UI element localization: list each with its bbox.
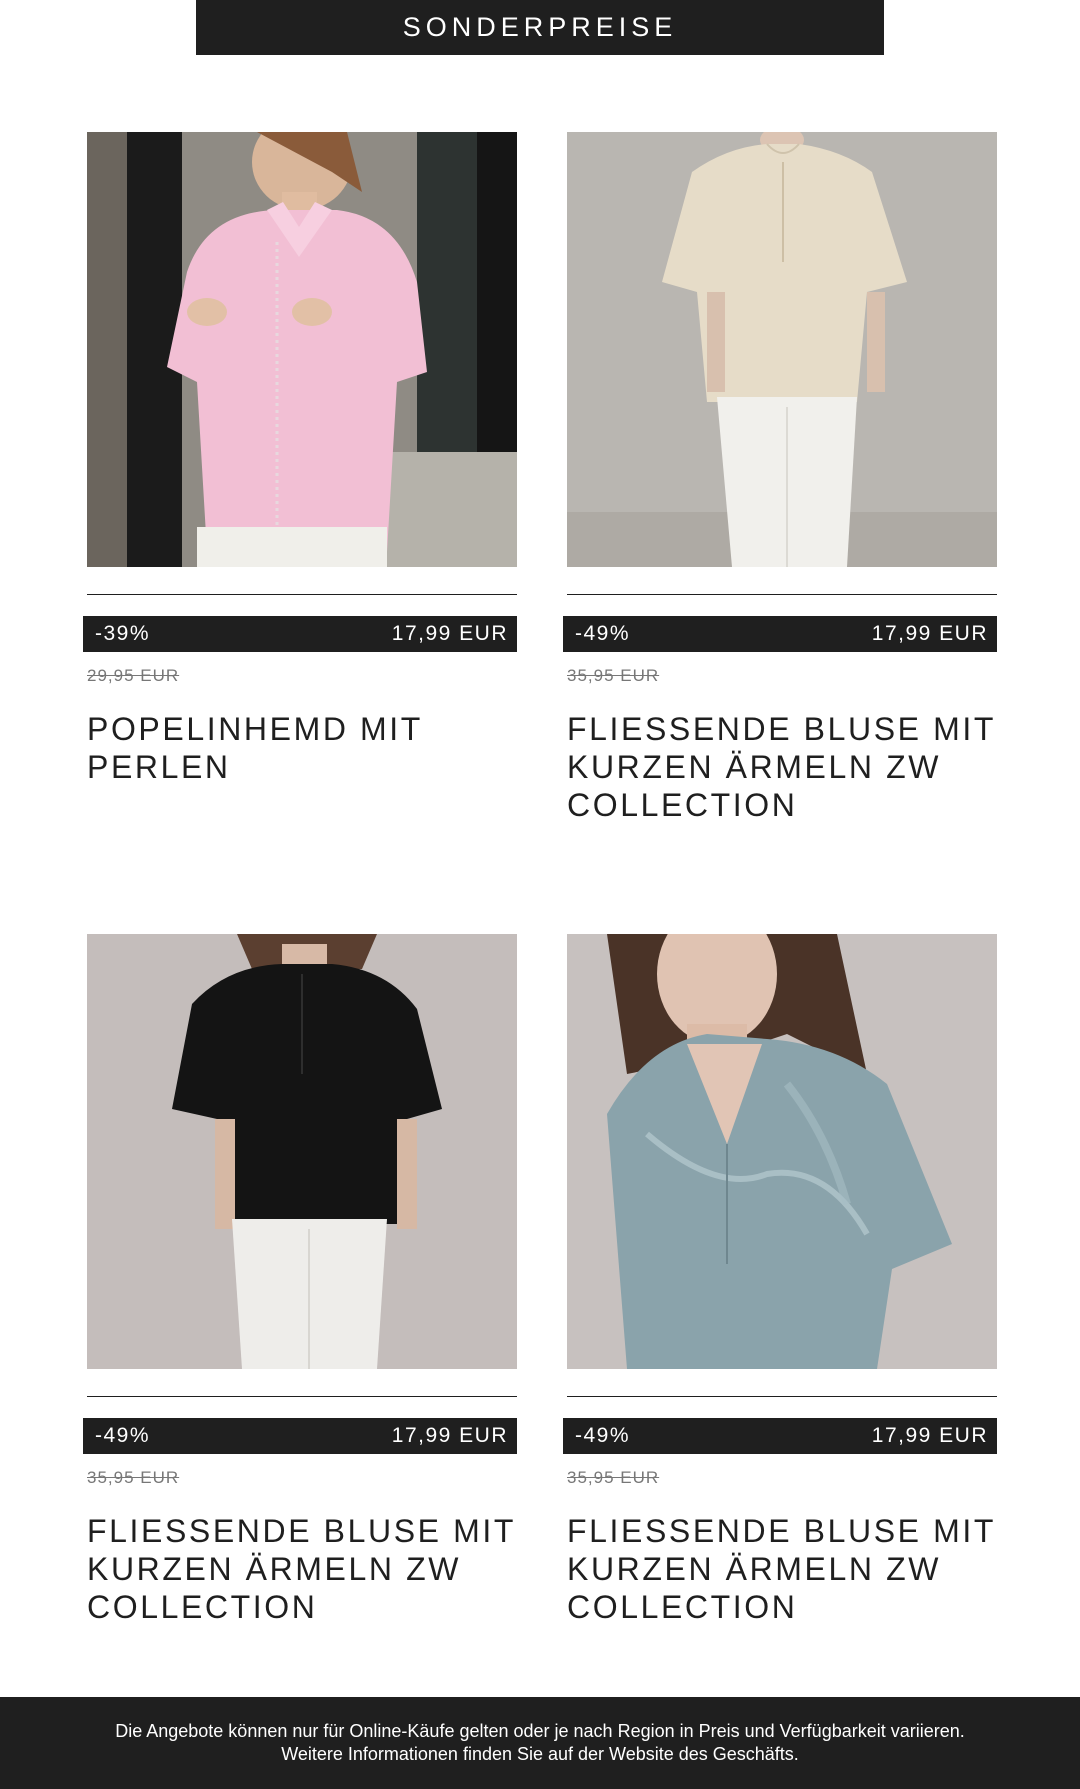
product-card[interactable]: -49% 17,99 EUR 35,95 EUR FLIESSENDE BLUS… xyxy=(563,132,997,823)
product-title[interactable]: FLIESSENDE BLUSE MIT KURZEN ÄRMELN ZW CO… xyxy=(567,1512,997,1626)
original-price: 35,95 EUR xyxy=(567,666,660,685)
sale-price: 17,99 EUR xyxy=(871,1424,988,1447)
sale-price: 17,99 EUR xyxy=(391,622,508,645)
divider xyxy=(567,1396,997,1397)
disclaimer-line-1: Die Angebote können nur für Online-Käufe… xyxy=(115,1721,965,1741)
price-bar: -49% 17,99 EUR xyxy=(83,1418,517,1454)
product-card[interactable]: -49% 17,99 EUR 35,95 EUR FLIESSENDE BLUS… xyxy=(563,934,997,1625)
discount-badge: -49% xyxy=(575,1424,631,1447)
product-card[interactable]: -49% 17,99 EUR 35,95 EUR FLIESSENDE BLUS… xyxy=(83,934,517,1625)
product-image-black-blouse[interactable] xyxy=(87,934,517,1369)
black-blouse-photo xyxy=(87,934,517,1369)
product-image-cream-blouse[interactable] xyxy=(567,132,997,567)
product-image-pink-shirt[interactable] xyxy=(87,132,517,567)
disclaimer-line-2: Weitere Informationen finden Sie auf der… xyxy=(281,1744,799,1764)
product-title[interactable]: FLIESSENDE BLUSE MIT KURZEN ÄRMELN ZW CO… xyxy=(567,710,997,824)
price-bar: -39% 17,99 EUR xyxy=(83,616,517,652)
divider xyxy=(87,594,517,595)
sale-price: 17,99 EUR xyxy=(391,1424,508,1447)
sale-price: 17,99 EUR xyxy=(871,622,988,645)
discount-badge: -49% xyxy=(575,622,631,645)
product-title[interactable]: FLIESSENDE BLUSE MIT KURZEN ÄRMELN ZW CO… xyxy=(87,1512,517,1626)
product-image-blue-blouse[interactable] xyxy=(567,934,997,1369)
product-title[interactable]: POPELINHEMD MIT PERLEN xyxy=(87,710,517,786)
original-price: 29,95 EUR xyxy=(87,666,180,685)
original-price: 35,95 EUR xyxy=(87,1468,180,1487)
price-bar: -49% 17,99 EUR xyxy=(563,616,997,652)
product-card[interactable]: -39% 17,99 EUR 29,95 EUR POPELINHEMD MIT… xyxy=(83,132,517,785)
blue-satin-blouse-photo xyxy=(567,934,997,1369)
divider xyxy=(567,594,997,595)
sonderpreise-banner[interactable]: SONDERPREISE xyxy=(196,0,884,55)
divider xyxy=(87,1396,517,1397)
disclaimer-footer: Die Angebote können nur für Online-Käufe… xyxy=(0,1697,1080,1789)
discount-badge: -39% xyxy=(95,622,151,645)
discount-badge: -49% xyxy=(95,1424,151,1447)
original-price: 35,95 EUR xyxy=(567,1468,660,1487)
price-bar: -49% 17,99 EUR xyxy=(563,1418,997,1454)
cream-blouse-photo xyxy=(567,132,997,567)
pink-shirt-photo xyxy=(87,132,517,567)
banner-title: SONDERPREISE xyxy=(402,12,678,42)
